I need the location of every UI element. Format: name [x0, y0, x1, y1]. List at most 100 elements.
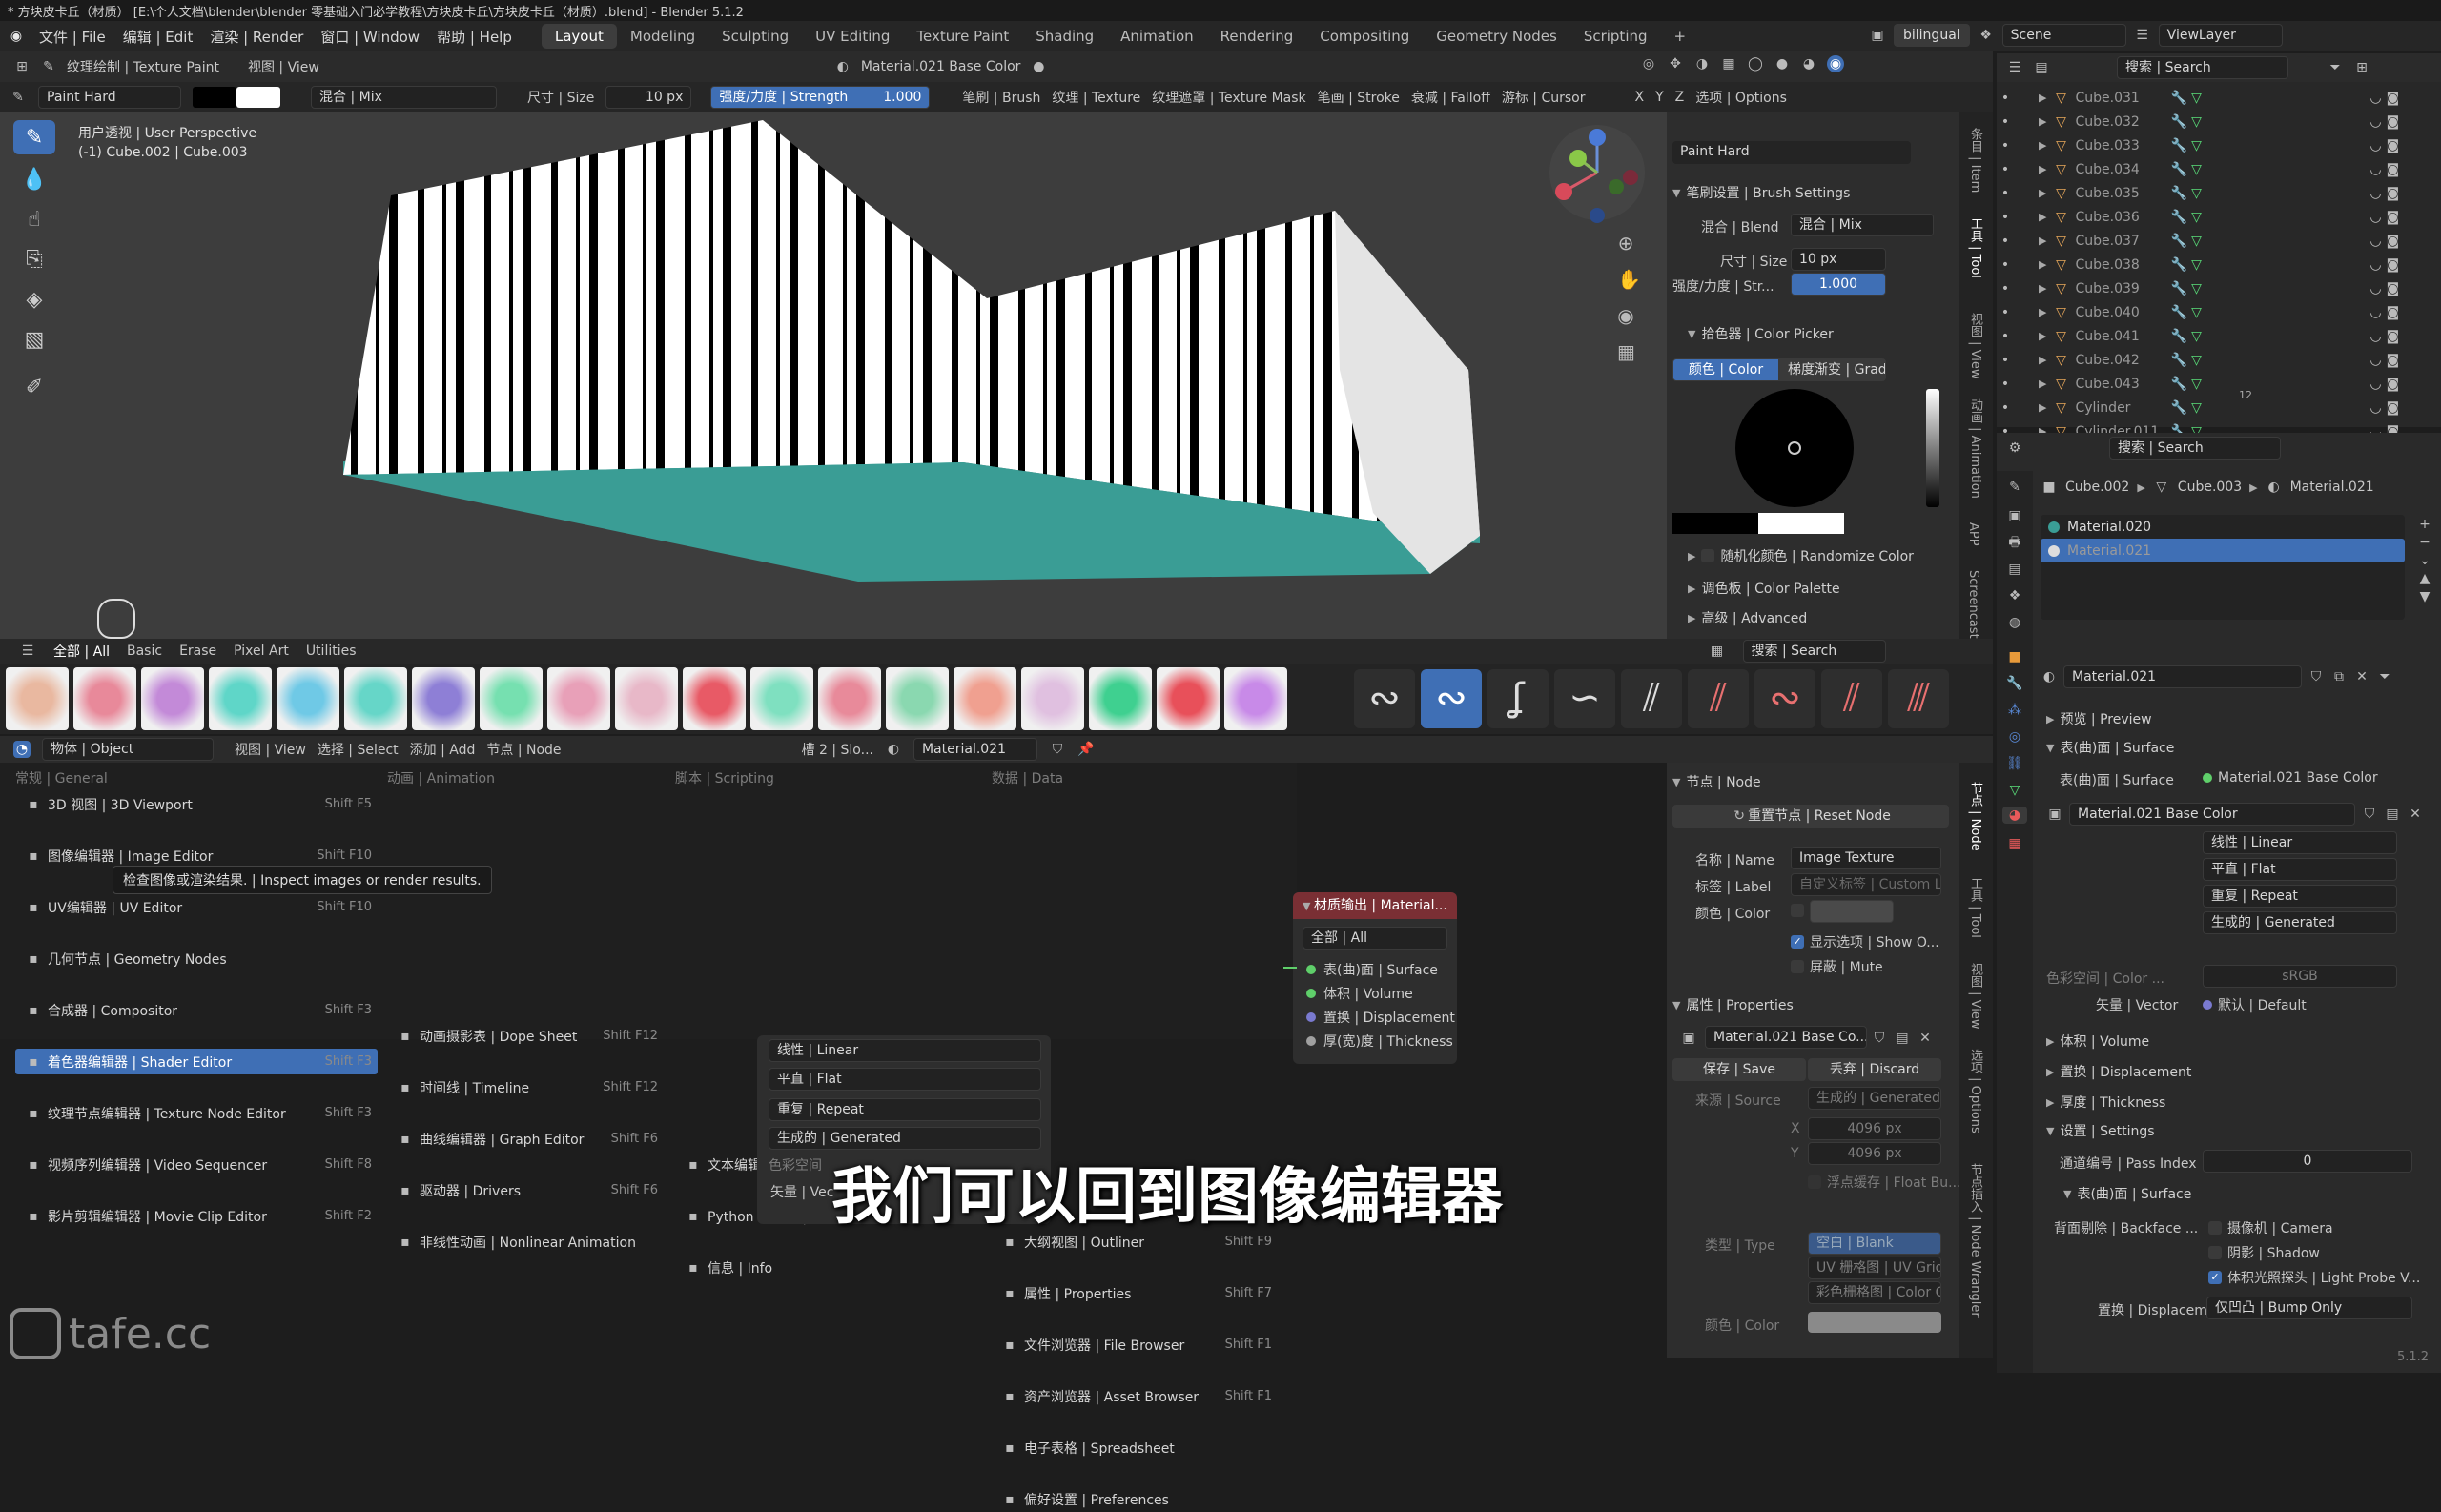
workspace-tab-animation[interactable]: Animation: [1107, 24, 1206, 49]
color-picker-section[interactable]: ▼ 拾色器 | Color Picker: [1688, 324, 1834, 343]
camera-view-icon[interactable]: ◉: [1617, 306, 1634, 325]
outliner-item[interactable]: • ▶ ▽ Cube.040 🔧 ▽ ◡ ◙: [1997, 300, 2441, 324]
scene-tab-icon[interactable]: ❖: [2006, 587, 2023, 604]
camera-render-icon[interactable]: ◙: [2384, 304, 2401, 321]
brush-stroke-icon[interactable]: ∾: [1421, 669, 1482, 728]
workspace-tab-sculpting[interactable]: Sculpting: [708, 24, 802, 49]
surface-section[interactable]: ▼ 表(曲)面 | Surface: [2046, 738, 2174, 757]
render-tab-icon[interactable]: ▣: [2006, 507, 2023, 524]
editor-type-item[interactable]: ▪ 文件浏览器 | File Browser Shift F1: [992, 1332, 1278, 1358]
material-output-node[interactable]: ▼ 材质输出 | Material... 全部 | All 表(曲)面 | Su…: [1293, 892, 1457, 1064]
camera-render-icon[interactable]: ◙: [2384, 376, 2401, 393]
preview-section[interactable]: ▶ 预览 | Preview: [2046, 709, 2152, 728]
workspace-tab-shading[interactable]: Shading: [1022, 24, 1107, 49]
texture-menu[interactable]: 纹理 | Texture: [1052, 88, 1140, 107]
hide-eye-icon[interactable]: ◡: [2367, 209, 2384, 226]
brush-thumbnail[interactable]: [547, 667, 610, 730]
add-workspace-icon[interactable]: +: [1661, 24, 1700, 49]
node-properties-section[interactable]: ▼ 属性 | Properties: [1672, 995, 1794, 1014]
slot-menu-icon[interactable]: ⌄: [2416, 552, 2433, 569]
brush-thumbnail[interactable]: [954, 667, 1016, 730]
brush-thumbnail[interactable]: [1224, 667, 1287, 730]
filter-icon[interactable]: ⏷: [2327, 59, 2344, 76]
constraints-tab-icon[interactable]: ⛓: [2006, 755, 2023, 772]
volume-socket[interactable]: 体积 | Volume: [1293, 981, 1457, 1005]
brush-thumbnail[interactable]: [886, 667, 949, 730]
editor-type-item[interactable]: ▪ 几何节点 | Geometry Nodes: [15, 946, 378, 971]
chevron-right-icon[interactable]: ▶: [2039, 306, 2046, 318]
editor-type-item[interactable]: ▪ 3D 视图 | 3D Viewport Shift F5: [15, 791, 378, 817]
source-dropdown[interactable]: 生成的 | Generated: [769, 1127, 1041, 1150]
editor-type-icon[interactable]: ⊞: [13, 58, 31, 75]
navigation-gizmo[interactable]: [1545, 120, 1650, 244]
menu-render[interactable]: 渲染 | Render: [201, 27, 312, 47]
extension-dropdown-props[interactable]: 重复 | Repeat: [2203, 885, 2397, 908]
falloff-menu[interactable]: 衰减 | Falloff: [1411, 88, 1490, 107]
breadcrumb-mesh[interactable]: Cube.003: [2178, 480, 2242, 495]
viewport-3d[interactable]: 用户透视 | User Perspective (-1) Cube.002 | …: [0, 112, 1667, 639]
camera-render-icon[interactable]: ◙: [2384, 352, 2401, 369]
chevron-right-icon[interactable]: ▶: [2039, 258, 2046, 271]
grid-icon[interactable]: ▦: [1617, 342, 1635, 361]
displacement-socket[interactable]: 置换 | Displacement: [1293, 1005, 1457, 1029]
material-browse-icon[interactable]: ◐: [885, 741, 902, 758]
randomize-color-section[interactable]: ▶ 随机化颜色 | Randomize Color: [1688, 546, 1914, 565]
brush-thumbnail[interactable]: [1157, 667, 1220, 730]
outliner-item[interactable]: • ▶ ▽ Cube.035 🔧 ▽ ◡ ◙: [1997, 181, 2441, 205]
view-layer-icon[interactable]: ☰: [2134, 27, 2151, 44]
add-slot-icon[interactable]: +: [2416, 516, 2433, 533]
pan-hand-icon[interactable]: ✋: [1617, 270, 1641, 289]
shelf-tab-all[interactable]: 全部 | All: [53, 642, 110, 661]
surface-settings-section[interactable]: ▼ 表(曲)面 | Surface: [2063, 1184, 2191, 1203]
editor-type-item[interactable]: ▪ 偏好设置 | Preferences: [992, 1486, 1278, 1512]
texture-tab-icon[interactable]: ▦: [2006, 835, 2023, 852]
mask-tool-icon[interactable]: ▧: [13, 322, 55, 357]
thickness-socket[interactable]: 厚(宽)度 | Thickness: [1293, 1029, 1457, 1052]
node-name-field[interactable]: Image Texture: [1791, 847, 1941, 869]
rendered-shading-icon[interactable]: ◉: [1827, 55, 1844, 72]
wireframe-shading-icon[interactable]: ◯: [1747, 55, 1764, 72]
editor-type-item[interactable]: ▪ 资产浏览器 | Asset Browser Shift F1: [992, 1383, 1278, 1409]
camera-render-icon[interactable]: ◙: [2384, 161, 2401, 178]
editor-type-item[interactable]: ▪ 动画摄影表 | Dope Sheet Shift F12: [387, 1023, 664, 1049]
image-browse-icon[interactable]: ▣: [2046, 806, 2063, 823]
shelf-view-icon[interactable]: ▦: [1709, 643, 1726, 660]
output-tab-icon[interactable]: 🖶: [2006, 534, 2023, 551]
brush-stroke-icon[interactable]: ⫽: [1621, 669, 1682, 728]
chevron-right-icon[interactable]: ▶: [2039, 235, 2046, 247]
shelf-tab-erase[interactable]: Erase: [179, 644, 216, 659]
blend-mode-dropdown[interactable]: 混合 | Mix: [311, 86, 497, 109]
chevron-right-icon[interactable]: ▶: [2039, 163, 2046, 175]
sidebar-tab-tool[interactable]: 工具 | Tool: [1966, 217, 1984, 278]
visibility-icon[interactable]: ◎: [1640, 55, 1657, 72]
fake-user-icon[interactable]: ⛉: [1871, 1030, 1888, 1047]
node-image-name[interactable]: Material.021 Base Co...: [1705, 1026, 1867, 1049]
node-section[interactable]: ▼ 节点 | Node: [1672, 772, 1761, 791]
outliner-item[interactable]: • ▶ ▽ Cube.032 🔧 ▽ ◡ ◙: [1997, 110, 2441, 133]
editor-type-item[interactable]: ▪ 合成器 | Compositor Shift F3: [15, 997, 378, 1023]
workspace-tab-texture-paint[interactable]: Texture Paint: [903, 24, 1022, 49]
eraser-stroke-icon[interactable]: ∾: [1754, 669, 1815, 728]
outliner-item[interactable]: • ▶ ▽ Cube.034 🔧 ▽ ◡ ◙: [1997, 157, 2441, 181]
editor-type-item[interactable]: ▪ 着色器编辑器 | Shader Editor Shift F3: [15, 1049, 378, 1074]
save-image-button[interactable]: 保存 | Save: [1672, 1058, 1806, 1081]
image-browse-icon[interactable]: ▣: [1680, 1030, 1697, 1047]
hide-eye-icon[interactable]: ◡: [2367, 137, 2384, 154]
brush-thumbnail[interactable]: [6, 667, 69, 730]
strength-slider[interactable]: 强度/力度 | Strength 1.000: [710, 86, 931, 109]
strength-field-sidebar[interactable]: 1.000: [1791, 273, 1886, 296]
smear-tool-icon[interactable]: ☝: [13, 202, 55, 236]
gradient-tab[interactable]: 梯度渐变 | Gradient: [1779, 358, 1886, 381]
material-tab-icon[interactable]: ◕: [2002, 807, 2027, 824]
camera-render-icon[interactable]: ◙: [2384, 90, 2401, 107]
surface-shader-field[interactable]: Material.021 Base Color: [2203, 770, 2378, 786]
chevron-right-icon[interactable]: ▶: [2039, 211, 2046, 223]
color-swatches[interactable]: [1672, 513, 1844, 534]
workspace-tab-uv-editing[interactable]: UV Editing: [802, 24, 903, 49]
annotate-tool-icon[interactable]: ✐: [13, 370, 55, 404]
size-field[interactable]: 10 px: [605, 86, 692, 109]
colorspace-dropdown[interactable]: sRGB: [2203, 965, 2397, 988]
type-blank[interactable]: 空白 | Blank: [1808, 1232, 1941, 1255]
camera-render-icon[interactable]: ◙: [2384, 280, 2401, 297]
randomize-checkbox[interactable]: [1701, 549, 1715, 562]
